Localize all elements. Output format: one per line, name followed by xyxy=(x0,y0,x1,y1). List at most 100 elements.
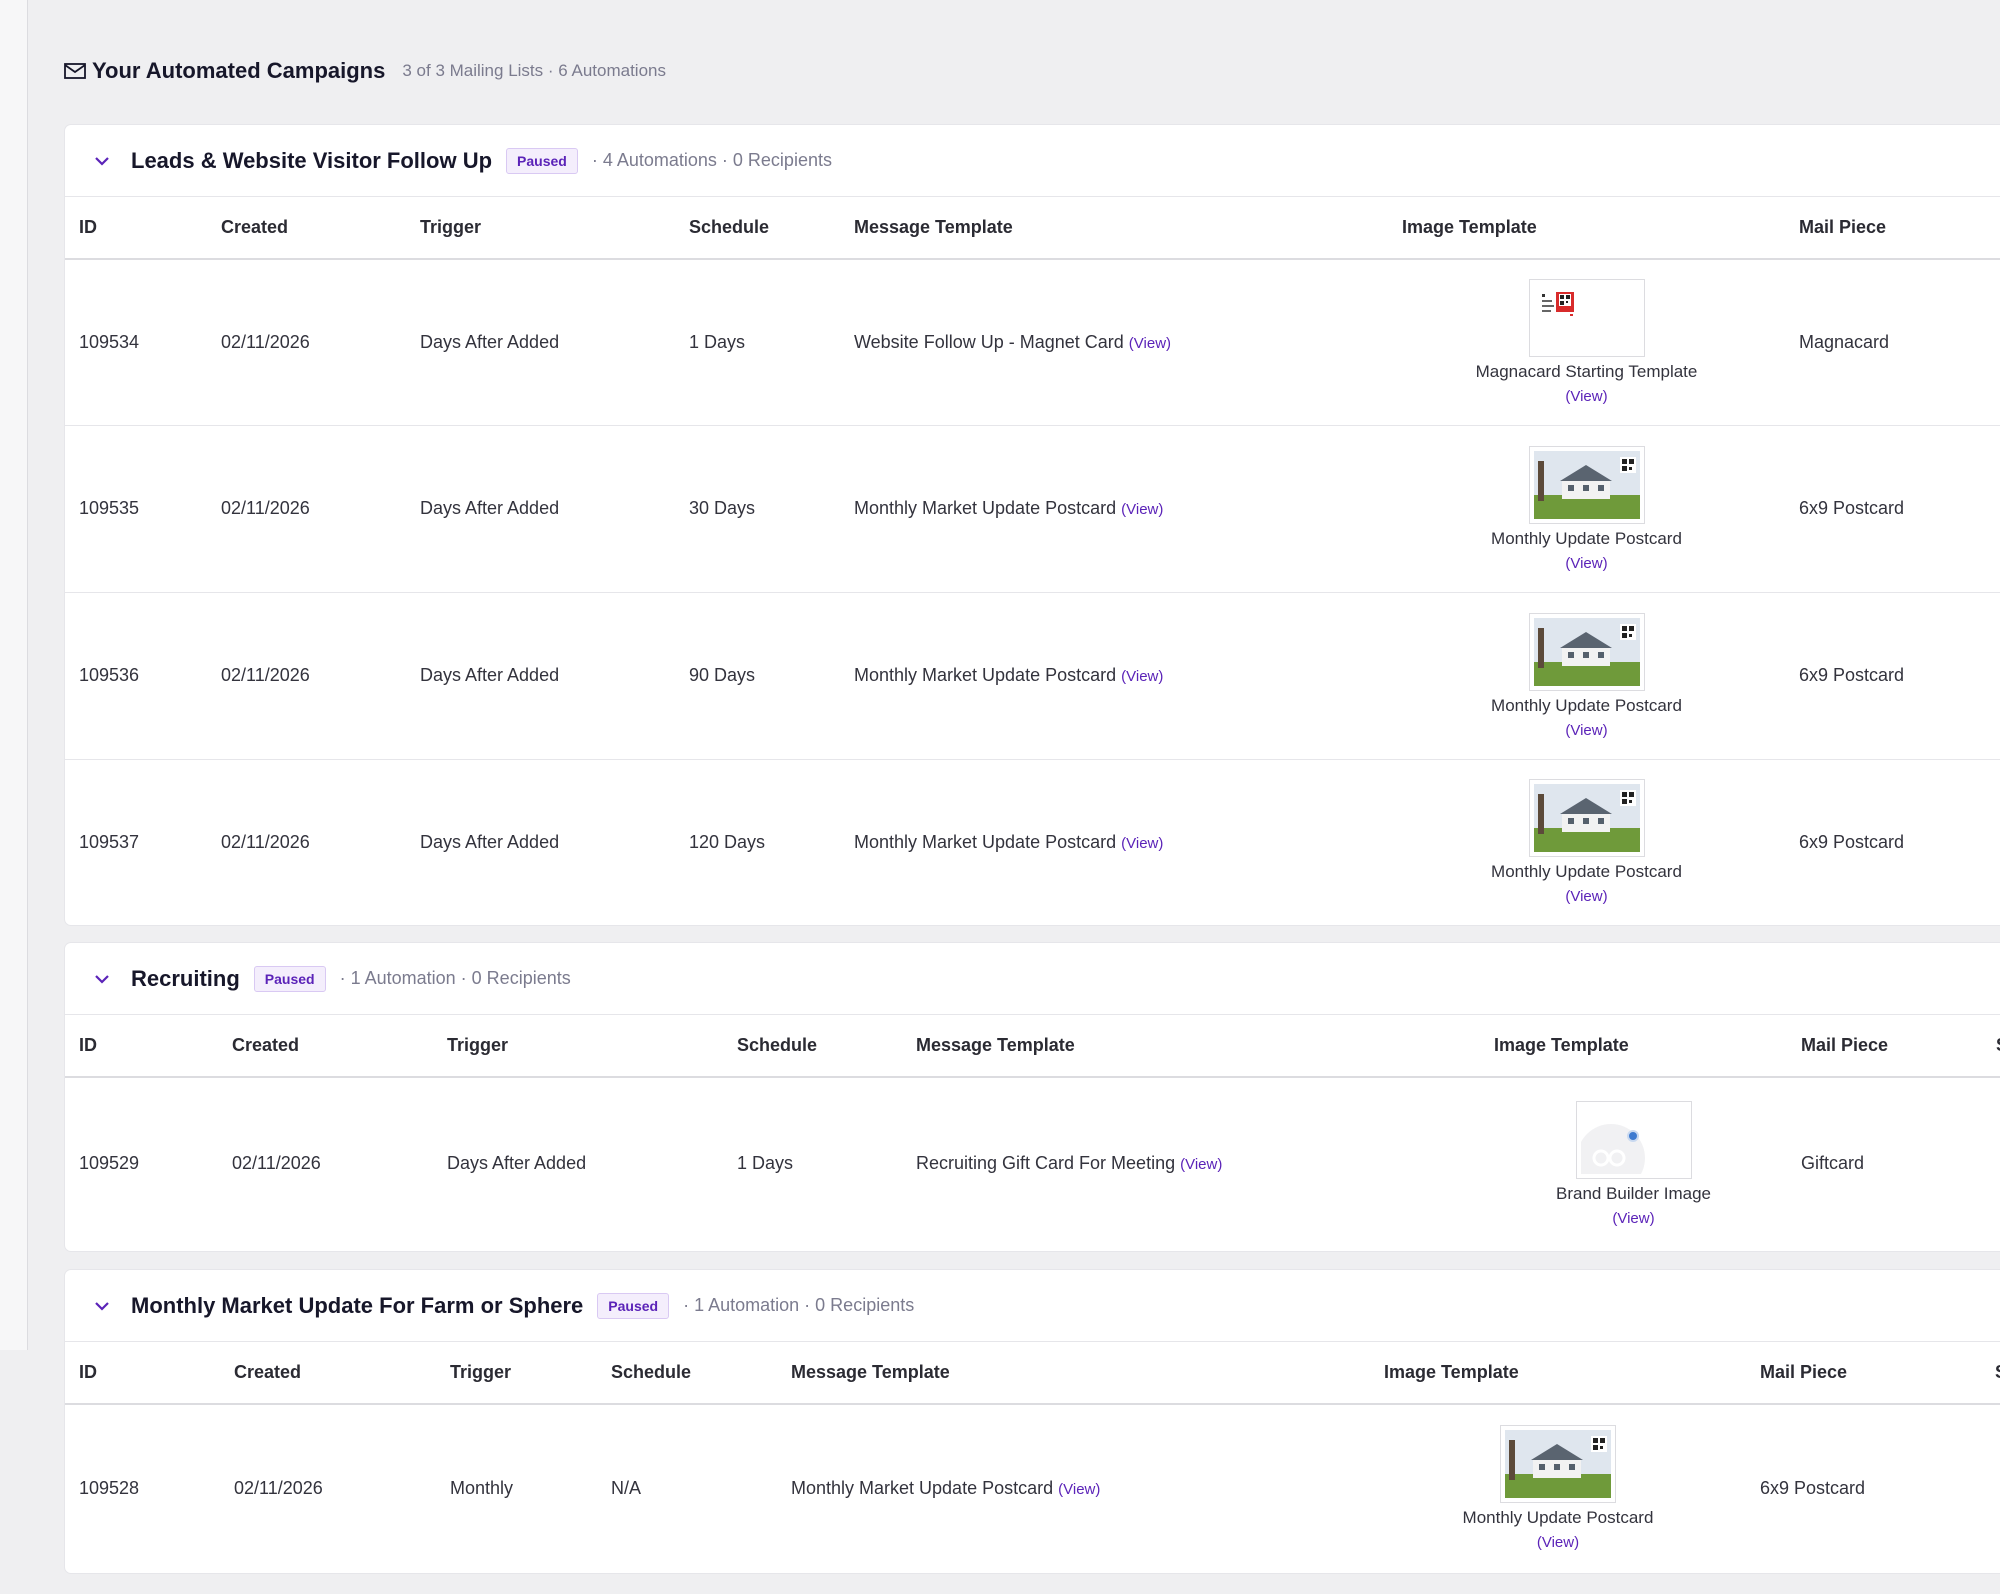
col-header-mail-piece[interactable]: Mail Piece xyxy=(1785,197,2000,260)
image-view-link[interactable]: (View) xyxy=(1388,555,1785,572)
message-view-link[interactable]: (View) xyxy=(1121,835,1163,852)
col-header-schedule[interactable]: Schedule xyxy=(675,197,840,260)
col-header-image-template[interactable]: Image Template xyxy=(1370,1342,1746,1405)
chevron-down-icon[interactable] xyxy=(92,1296,112,1316)
mailing-list-card: Leads & Website Visitor Follow Up Paused… xyxy=(65,125,2000,925)
mailing-list-card: Recruiting Paused · 1 Automation · 0 Rec… xyxy=(65,943,2000,1251)
image-thumbnail[interactable] xyxy=(1528,279,1645,358)
message-template-name: Recruiting Gift Card For Meeting xyxy=(916,1153,1176,1173)
image-thumbnail[interactable] xyxy=(1575,1100,1692,1179)
col-header-trigger[interactable]: Trigger xyxy=(406,197,675,260)
image-view-link[interactable]: (View) xyxy=(1370,1534,1746,1551)
image-view-link[interactable]: (View) xyxy=(1388,388,1785,405)
col-header-id[interactable]: ID xyxy=(65,1015,218,1078)
mailing-list-header[interactable]: Recruiting Paused · 1 Automation · 0 Rec… xyxy=(65,943,2000,1015)
cell-schedule: N/A xyxy=(611,1477,642,1498)
cell-trigger: Days After Added xyxy=(406,592,675,760)
col-header-created[interactable]: Created xyxy=(207,197,406,260)
cell-created: 02/11/2026 xyxy=(234,1477,323,1498)
cell-image-template: Monthly Update Postcard (View) xyxy=(1388,759,1785,925)
col-header-image-template[interactable]: Image Template xyxy=(1388,197,1785,260)
brand-builder-thumbnail xyxy=(1580,1105,1687,1174)
col-header-id[interactable]: ID xyxy=(65,1342,220,1405)
col-header-message-template[interactable]: Message Template xyxy=(902,1015,1480,1078)
magnacard-thumbnail xyxy=(1533,284,1640,353)
col-header-mail-piece[interactable]: Mail Piece xyxy=(1746,1342,1981,1405)
image-template-name: Monthly Update Postcard xyxy=(1491,862,1682,882)
mail-icon xyxy=(64,63,86,79)
cell-mail-piece: 6x9 Postcard xyxy=(1785,425,2000,593)
list-title: Monthly Market Update For Farm or Sphere xyxy=(131,1292,584,1318)
status-badge: Paused xyxy=(597,1292,670,1319)
col-header-schedule[interactable]: Schedule xyxy=(723,1015,902,1078)
image-view-link[interactable]: (View) xyxy=(1480,1210,1787,1227)
cell-trigger: Days After Added xyxy=(406,425,675,593)
table-row[interactable]: 109534 02/11/2026 Days After Added 1 Day… xyxy=(65,259,2000,426)
page-header: Your Automated Campaigns 3 of 3 Mailing … xyxy=(64,56,666,86)
cell-message-template: Monthly Market Update Postcard (View) xyxy=(840,592,1388,760)
cell-message-template: Monthly Market Update Postcard (View) xyxy=(777,1404,1370,1571)
cell-created: 02/11/2026 xyxy=(207,425,406,593)
col-header-id[interactable]: ID xyxy=(65,197,207,260)
cell-mail-piece: 6x9 Postcard xyxy=(1760,1477,1866,1498)
message-view-link[interactable]: (View) xyxy=(1058,1481,1100,1498)
cell-image-template: Monthly Update Postcard (View) xyxy=(1370,1404,1746,1571)
col-header-created[interactable]: Created xyxy=(218,1015,433,1078)
col-header-status[interactable]: S xyxy=(1982,1015,2000,1078)
col-header-created[interactable]: Created xyxy=(220,1342,436,1405)
image-thumbnail[interactable] xyxy=(1500,1425,1616,1503)
cell-mail-piece: Giftcard xyxy=(1801,1153,1865,1173)
chevron-down-icon[interactable] xyxy=(92,969,112,989)
message-view-link[interactable]: (View) xyxy=(1121,668,1163,685)
table-row[interactable]: 109537 02/11/2026 Days After Added 120 D… xyxy=(65,759,2000,925)
automations-table: ID Created Trigger Schedule Message Temp… xyxy=(65,1015,2000,1249)
table-row[interactable]: 109536 02/11/2026 Days After Added 90 Da… xyxy=(65,592,2000,760)
cell-created: 02/11/2026 xyxy=(207,592,406,760)
image-view-link[interactable]: (View) xyxy=(1388,722,1785,739)
image-thumbnail[interactable] xyxy=(1528,612,1645,691)
cell-mail-piece: 6x9 Postcard xyxy=(1799,831,1905,852)
col-header-message-template[interactable]: Message Template xyxy=(777,1342,1370,1405)
cell-schedule: 120 Days xyxy=(689,831,766,852)
col-header-image-template[interactable]: Image Template xyxy=(1480,1015,1787,1078)
message-view-link[interactable]: (View) xyxy=(1121,501,1163,518)
cell-trigger: Days After Added xyxy=(420,831,560,852)
mailing-list-header[interactable]: Monthly Market Update For Farm or Sphere… xyxy=(65,1270,2000,1342)
col-header-trigger[interactable]: Trigger xyxy=(433,1015,723,1078)
automations-table: ID Created Trigger Schedule Message Temp… xyxy=(65,197,2000,925)
table-row[interactable]: 109529 02/11/2026 Days After Added 1 Day… xyxy=(65,1077,2000,1249)
status-badge: Paused xyxy=(253,965,326,992)
list-meta: · 4 Automations · 0 Recipients xyxy=(591,150,832,170)
image-thumbnail[interactable] xyxy=(1528,779,1645,858)
message-view-link[interactable]: (View) xyxy=(1129,335,1171,352)
house-photo-thumbnail xyxy=(1533,784,1640,853)
message-template-name: Website Follow Up - Magnet Card xyxy=(854,331,1124,352)
message-template-name: Monthly Market Update Postcard xyxy=(791,1477,1054,1498)
col-header-mail-piece[interactable]: Mail Piece xyxy=(1787,1015,1982,1078)
cell-schedule: 1 Days xyxy=(737,1153,794,1173)
image-template-name: Magnacard Starting Template xyxy=(1475,362,1698,382)
cell-message-template: Monthly Market Update Postcard (View) xyxy=(840,759,1388,925)
image-view-link[interactable]: (View) xyxy=(1388,888,1785,905)
message-view-link[interactable]: (View) xyxy=(1180,1156,1222,1173)
col-header-trigger[interactable]: Trigger xyxy=(436,1342,597,1405)
message-template-name: Monthly Market Update Postcard xyxy=(854,831,1117,852)
mailing-list-card: Monthly Market Update For Farm or Sphere… xyxy=(65,1270,2000,1573)
mailing-list-header[interactable]: Leads & Website Visitor Follow Up Paused… xyxy=(65,125,2000,197)
image-template-name: Brand Builder Image xyxy=(1556,1183,1711,1203)
table-row[interactable]: 109535 02/11/2026 Days After Added 30 Da… xyxy=(65,425,2000,593)
col-header-status[interactable]: S xyxy=(1981,1342,2000,1405)
image-template-name: Monthly Update Postcard xyxy=(1491,695,1682,715)
image-thumbnail[interactable] xyxy=(1528,445,1645,524)
col-header-message-template[interactable]: Message Template xyxy=(840,197,1388,260)
cell-status xyxy=(1982,1077,2000,1249)
left-rail xyxy=(0,0,28,1350)
cell-id: 109528 xyxy=(79,1477,140,1498)
cell-image-template: Magnacard Starting Template (View) xyxy=(1388,259,1785,426)
status-badge: Paused xyxy=(506,147,578,174)
cell-message-template: Website Follow Up - Magnet Card (View) xyxy=(840,259,1388,426)
chevron-down-icon[interactable] xyxy=(92,151,112,171)
table-row[interactable]: 109528 02/11/2026 Monthly N/A Monthly Ma… xyxy=(65,1404,2000,1571)
cell-status xyxy=(1981,1404,2000,1571)
col-header-schedule[interactable]: Schedule xyxy=(597,1342,777,1405)
